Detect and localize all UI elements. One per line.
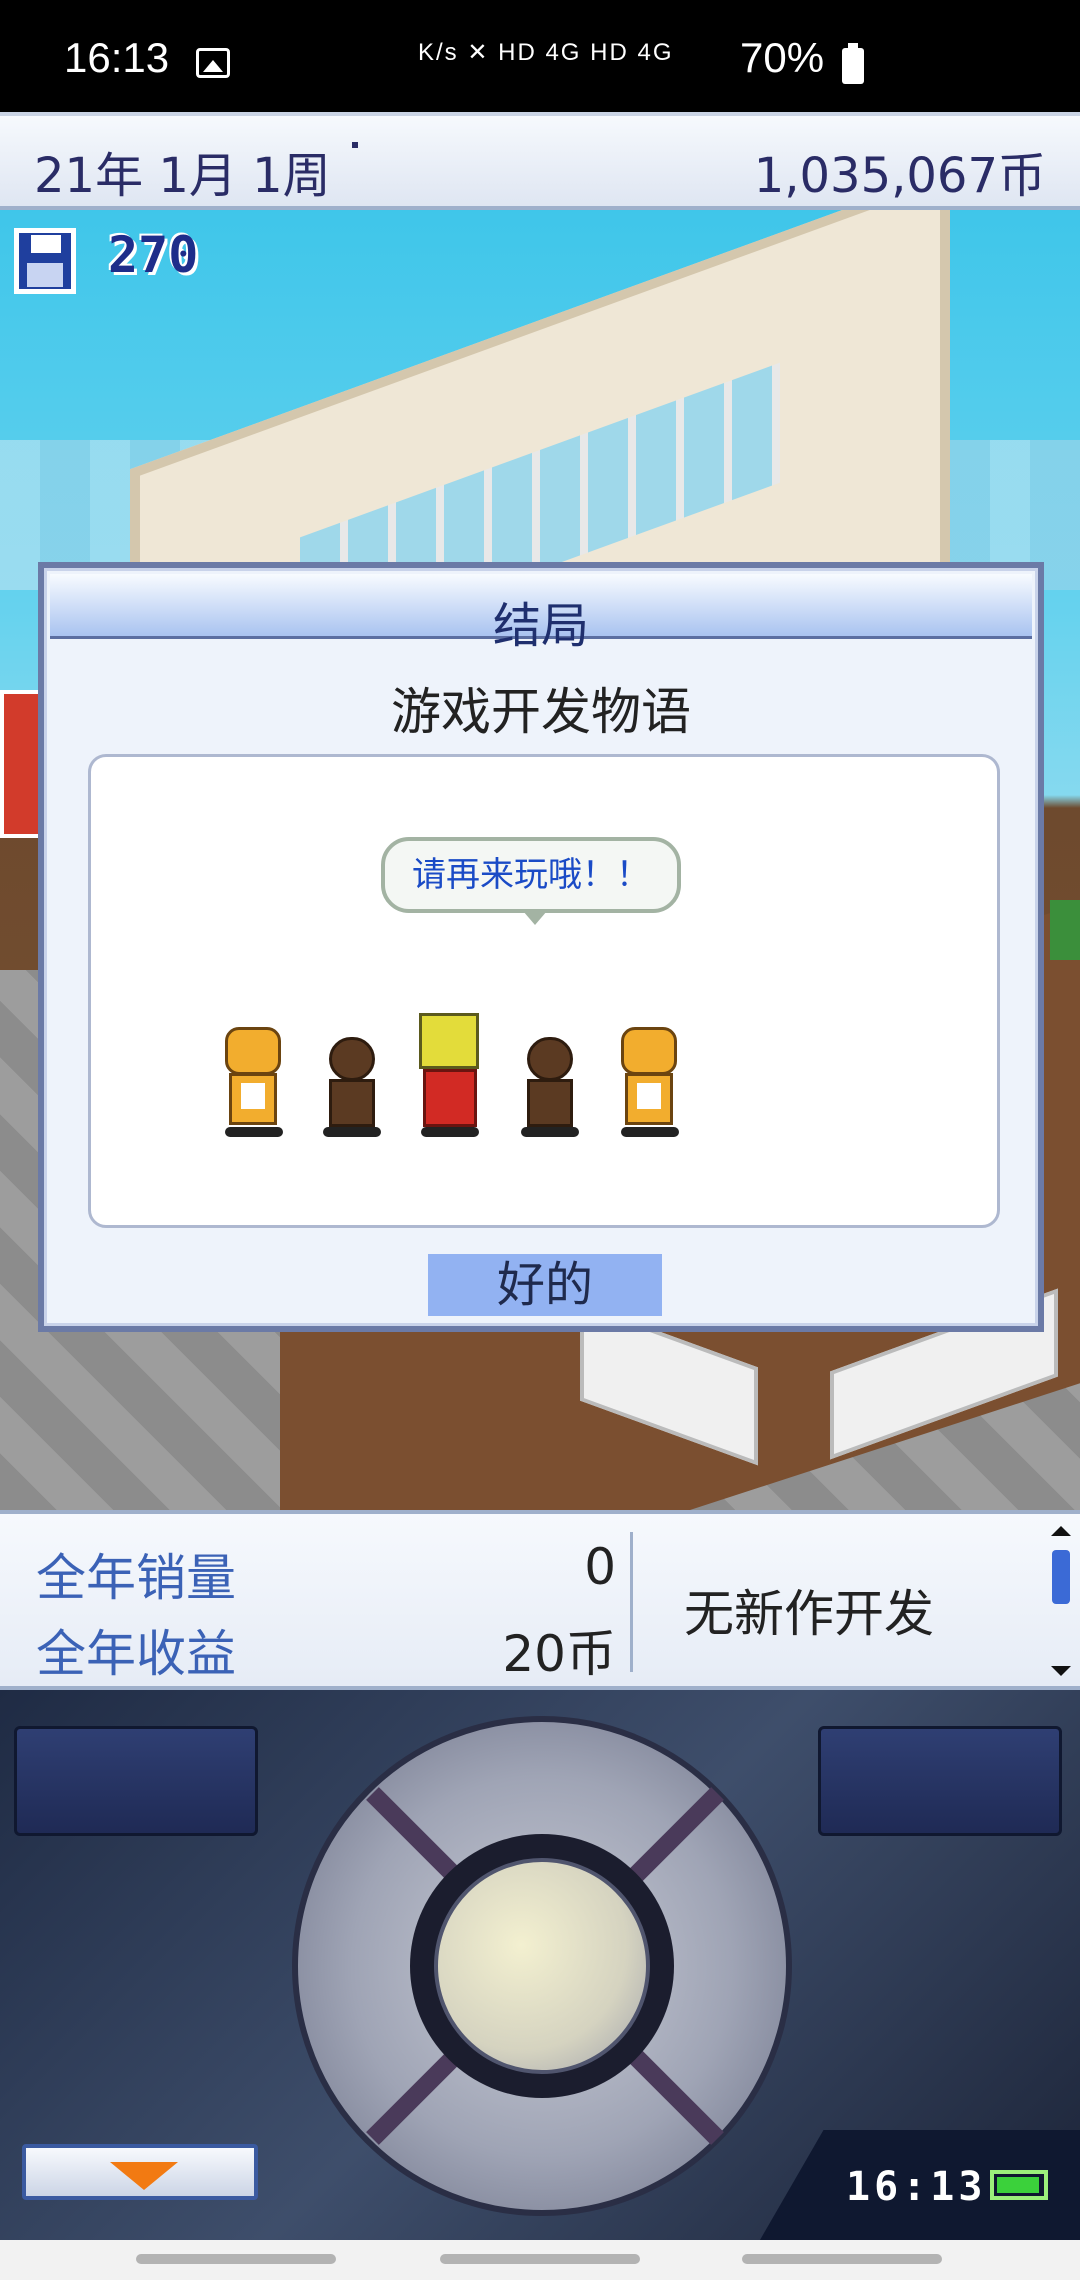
stats-scrollbar[interactable] — [1048, 1526, 1074, 1676]
bear-character-icon — [617, 1027, 681, 1137]
directional-pad[interactable] — [292, 1716, 792, 2216]
scroll-up-icon[interactable] — [1051, 1526, 1071, 1536]
battery-icon — [842, 43, 864, 84]
speech-bubble: 请再来玩哦！！ — [381, 837, 681, 925]
ok-button[interactable]: 好的 — [428, 1254, 662, 1316]
date-dot-icon — [352, 142, 358, 148]
status-bar: 16:13 K/s ✕ HD 4G HD 4G 70% — [0, 0, 1080, 112]
money-counter: 1,035,067币 — [753, 148, 1046, 204]
vending-machine — [0, 690, 42, 838]
menu-toggle-button[interactable] — [22, 2144, 258, 2200]
game-date: 21年 1月 1周 — [34, 148, 331, 204]
annual-profit-label: 全年收益 — [36, 1625, 236, 1683]
nav-recent-button[interactable] — [136, 2254, 336, 2264]
system-nav-bar — [0, 2240, 1080, 2280]
annual-sales-label: 全年销量 — [36, 1549, 236, 1607]
game-info-bar: 21年 1月 1周 1,035,067币 — [0, 112, 1080, 210]
ending-dialog: 结局 游戏开发物语 请再来玩哦！！ 好的 — [38, 562, 1044, 1332]
battery-percent: 70% — [740, 34, 825, 81]
scroll-down-icon[interactable] — [1051, 1666, 1071, 1676]
virtual-controller: 16:13 — [0, 1690, 1080, 2240]
nav-home-button[interactable] — [440, 2254, 640, 2264]
bear-character-icon — [221, 1027, 285, 1137]
left-action-button[interactable] — [14, 1726, 258, 1836]
game-clock: 16:13 — [846, 2164, 987, 2210]
stats-divider — [630, 1532, 633, 1672]
game-title: 游戏开发物语 — [391, 683, 691, 741]
ending-panel: 请再来玩哦！！ — [88, 754, 1000, 1228]
annual-stats-panel: 全年销量 0 全年收益 20币 无新作开发 — [0, 1510, 1080, 1690]
annual-profit-value: 20币 — [502, 1625, 616, 1683]
dialog-header: 结局 — [50, 574, 1032, 654]
dpad-center-button[interactable] — [434, 1858, 650, 2074]
game-battery-icon — [990, 2170, 1048, 2200]
scroll-thumb[interactable] — [1052, 1550, 1070, 1604]
dialog-title: 结局 — [492, 598, 589, 654]
monkey-character-icon — [319, 1027, 383, 1137]
development-status: 无新作开发 — [684, 1585, 934, 1643]
right-action-button[interactable] — [818, 1726, 1062, 1836]
status-time: 16:13 — [64, 34, 170, 81]
annual-sales-value: 0 — [584, 1538, 616, 1596]
kairobot-character-icon — [417, 1013, 481, 1137]
monkey-character-icon — [517, 1027, 581, 1137]
down-arrow-icon — [110, 2162, 178, 2190]
gallery-icon — [196, 48, 230, 78]
plant-decoration — [1050, 900, 1080, 960]
floppy-disk-icon — [14, 228, 76, 294]
network-indicators: K/s ✕ HD 4G HD 4G — [418, 39, 674, 66]
nav-back-button[interactable] — [742, 2254, 942, 2264]
save-counter: 270 — [108, 226, 199, 284]
